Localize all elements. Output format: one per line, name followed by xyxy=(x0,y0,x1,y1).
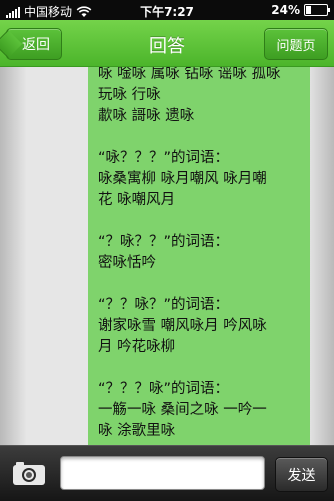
battery-percent: 24% xyxy=(271,3,300,17)
battery-icon xyxy=(304,4,330,16)
question-page-button-label: 问题页 xyxy=(276,38,316,54)
send-button-label: 发送 xyxy=(287,467,316,484)
back-button-label: 返回 xyxy=(22,37,50,53)
answer-bubble: 咏 唫咏 属咏 钻咏 谣咏 孤咏 玩咏 行咏 歗咏 謌咏 遗咏 “咏？？？”的词… xyxy=(88,67,310,445)
status-bar: 中国移动 下午7:27 24% xyxy=(0,0,334,20)
question-page-button[interactable]: 问题页 xyxy=(264,28,328,60)
input-bar: 发送 xyxy=(0,445,334,501)
send-button[interactable]: 发送 xyxy=(275,457,328,492)
navigation-bar: 返回 回答 问题页 xyxy=(0,20,334,67)
answer-scroll-area[interactable]: 咏 唫咏 属咏 钻咏 谣咏 孤咏 玩咏 行咏 歗咏 謌咏 遗咏 “咏？？？”的词… xyxy=(0,67,334,445)
answer-text: 咏 唫咏 属咏 钻咏 谣咏 孤咏 玩咏 行咏 歗咏 謌咏 遗咏 “咏？？？”的词… xyxy=(98,67,281,439)
message-input[interactable] xyxy=(60,456,265,490)
camera-icon[interactable] xyxy=(12,460,46,486)
